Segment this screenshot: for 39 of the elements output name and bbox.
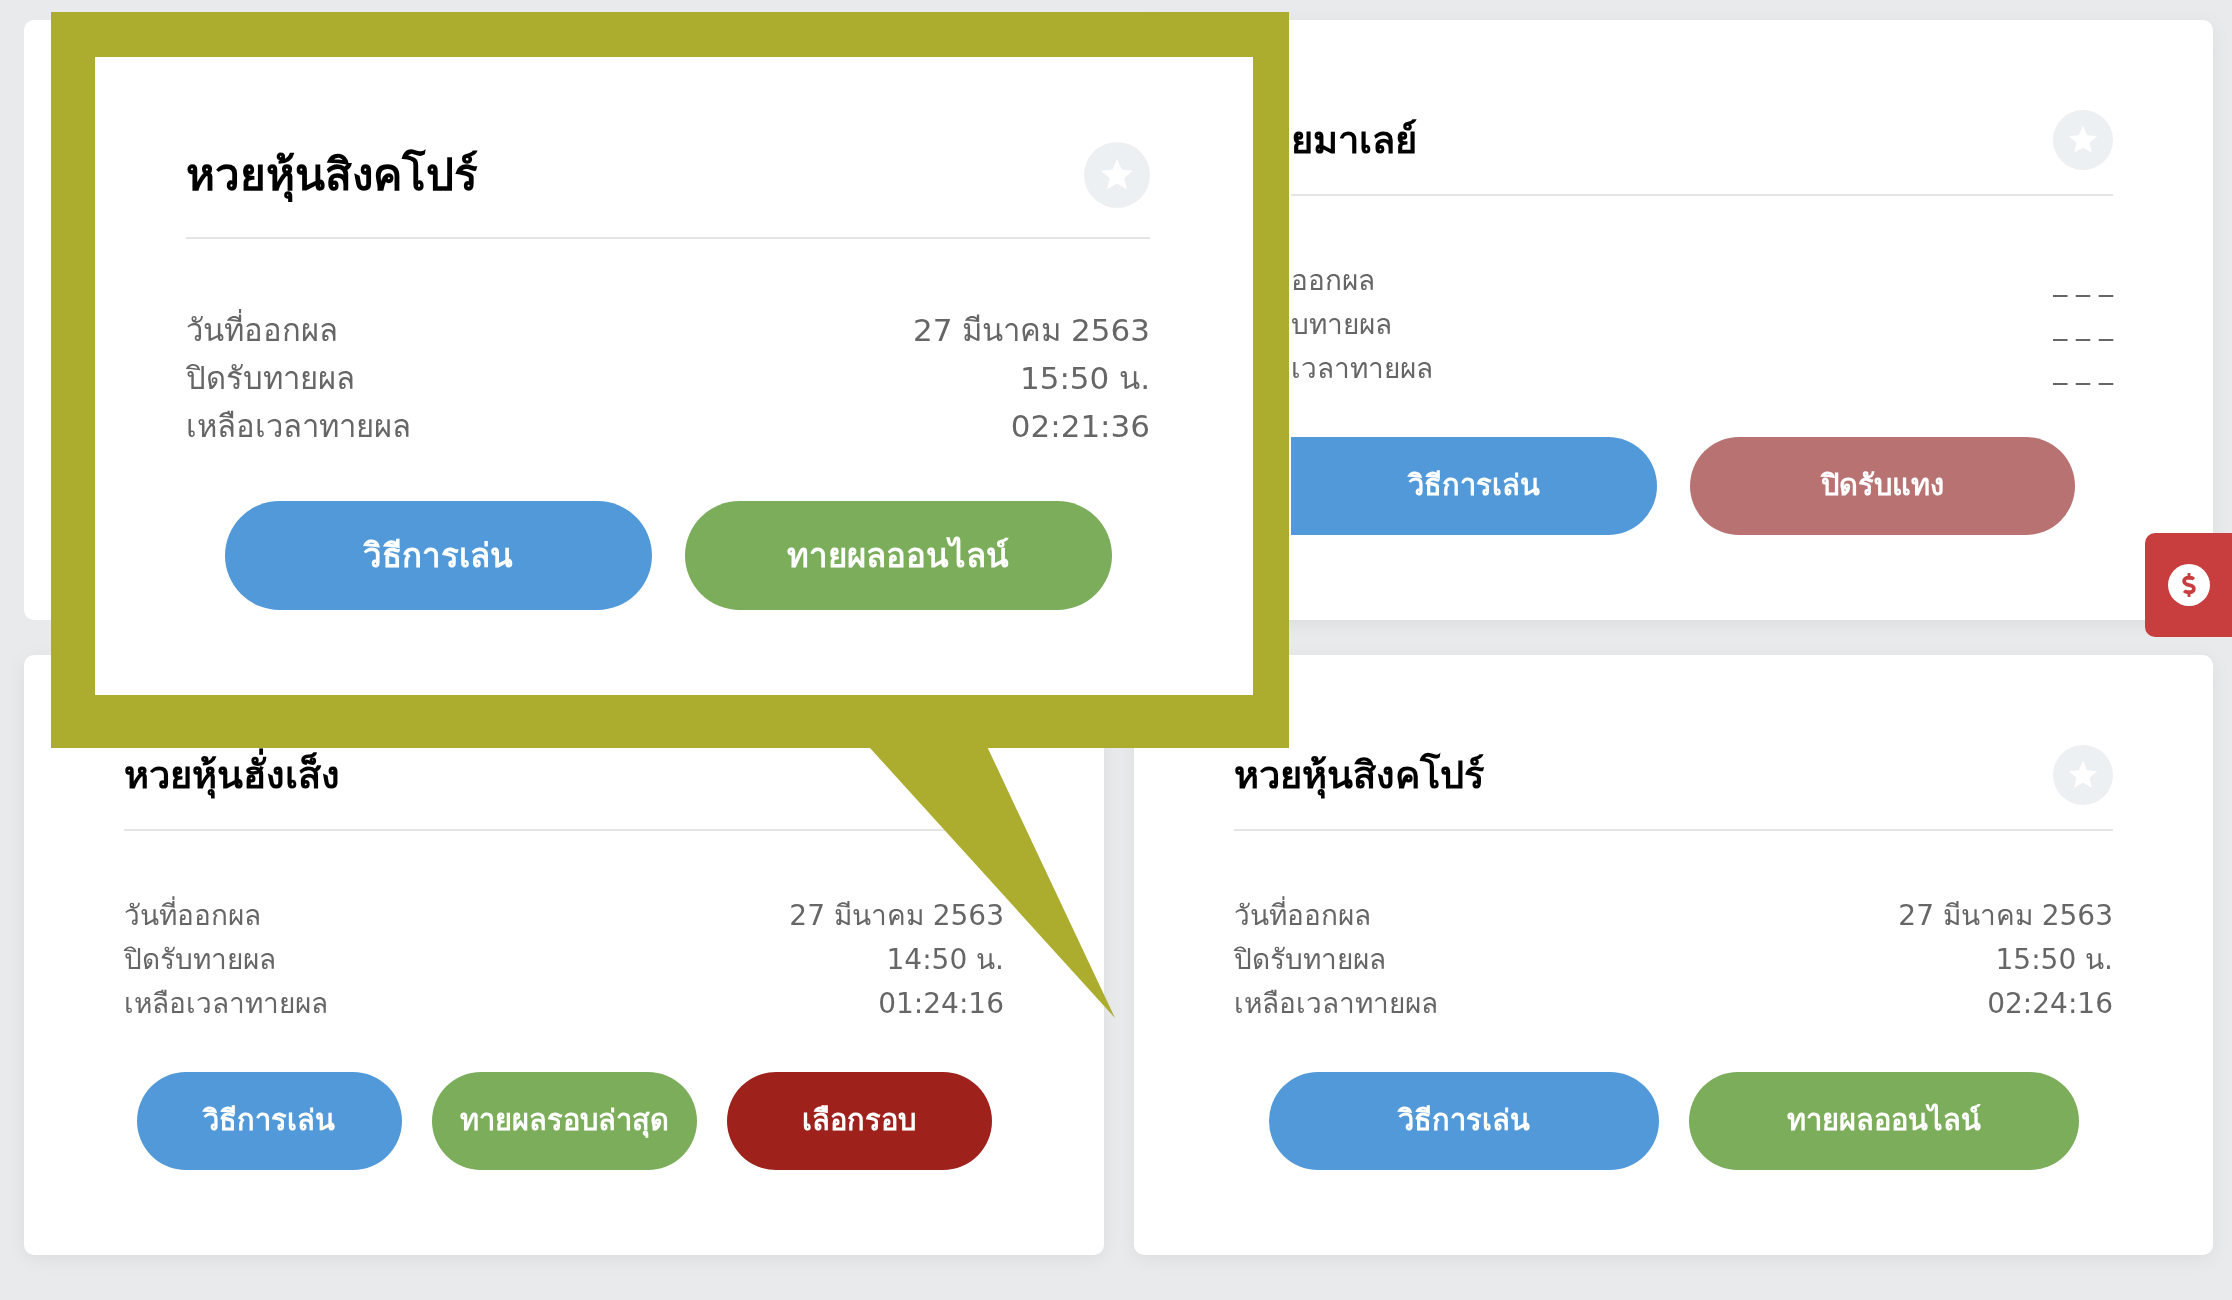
info-value: 27 มีนาคม 2563 [912,311,1150,350]
info-label: วันที่ออกผล [186,306,338,354]
info-label: ปิดรับทายผล [124,942,276,978]
action-button[interactable]: วิธีการเล่น [224,501,652,610]
info-value: 02:24:16 [1987,986,2113,1022]
info-label: เหลือเวลาทายผล [1234,986,1438,1022]
info-label: วันที่ออกผล [124,894,261,938]
info-label: ปิดรับทายผล [186,359,355,398]
info-label: วันที่ออกผล [1234,894,1371,938]
info-value: 27 มีนาคม 2563 [1898,898,2113,934]
action-button[interactable]: ทายผลออนไลน์ [1688,1072,2079,1170]
info-label: ออกผล [1291,263,1375,299]
action-button[interactable]: วิธีการเล่น [1291,437,1657,535]
info-value: 15:50 น. [1019,359,1150,398]
info-label: เวลาทายผล [1291,351,1433,387]
info-value: 01:24:16 [878,986,1004,1022]
info-label: เหลือเวลาทายผล [186,407,411,446]
card-title: หวยหุ้นฮั่งเส็ง [124,746,340,804]
action-button[interactable]: ปิดรับแทง [1690,437,2075,535]
card-title: ยมาเลย์ [1291,116,1417,164]
info-value: 14:50 น. [886,942,1004,978]
action-button[interactable]: วิธีการเล่น [1268,1072,1659,1170]
info-value: 02:21:36 [1010,407,1150,446]
dollar-tab[interactable] [2145,533,2232,637]
card-title: หวยหุ้นสิงคโปร์ [1234,751,1484,801]
info-value: _ _ _ [2053,263,2113,299]
callout-title: หวยหุ้นสิงคโปร์ [186,148,478,204]
dollar-icon [2167,564,2210,606]
info-value: _ _ _ [2053,307,2113,343]
action-button[interactable]: เลือกรอบ [726,1072,992,1170]
action-button[interactable]: ทายผลออนไลน์ [684,501,1112,610]
action-button[interactable]: วิธีการเล่น [136,1072,402,1170]
info-value: 15:50 น. [1995,942,2113,978]
info-value: 27 มีนาคม 2563 [789,898,1004,934]
info-label: ปิดรับทายผล [1234,942,1386,978]
info-value: _ _ _ [2053,351,2113,387]
info-label: เหลือเวลาทายผล [124,986,328,1022]
action-button[interactable]: ทายผลรอบล่าสุด [431,1072,697,1170]
info-label: บทายผล [1291,307,1392,343]
